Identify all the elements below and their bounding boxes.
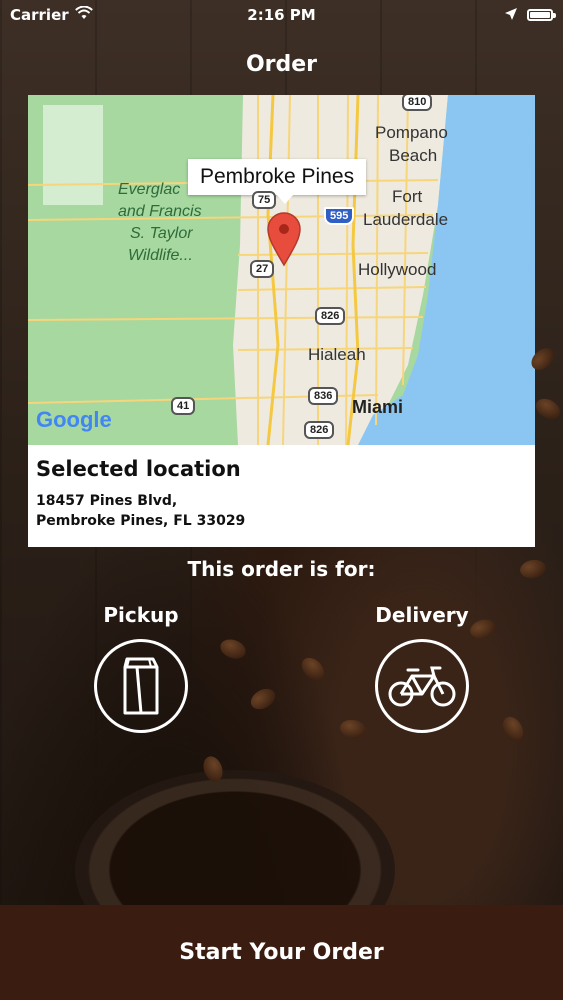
- coffee-bean: [297, 653, 329, 685]
- map-graphic: [28, 95, 535, 445]
- pickup-button[interactable]: [94, 639, 188, 733]
- coffee-bean: [532, 394, 563, 424]
- start-order-label: Start Your Order: [179, 940, 384, 965]
- map-label-pompano: Pompano: [375, 123, 448, 142]
- status-right: [505, 6, 556, 24]
- park-line2: and Francis: [118, 203, 202, 220]
- map-label-beach: Beach: [389, 146, 438, 165]
- map-card: Pembroke Pines Everglac and Francis S. T…: [28, 95, 535, 547]
- shield-41: 41: [171, 397, 196, 415]
- map-label-hialeah: Hialeah: [308, 345, 366, 364]
- map-label-fort: Fort: [392, 187, 423, 206]
- start-order-button[interactable]: Start Your Order: [0, 905, 563, 1000]
- shield-595: 595: [324, 207, 355, 225]
- coffee-bean: [498, 713, 528, 745]
- shield-826-south: 826: [304, 421, 335, 439]
- delivery-button[interactable]: [375, 639, 469, 733]
- shield-836: 836: [308, 387, 339, 405]
- google-logo: Google: [36, 407, 112, 433]
- battery-icon: [527, 9, 556, 21]
- map-label-miami: Miami: [352, 397, 404, 417]
- shield-826-north: 826: [315, 307, 346, 325]
- delivery-label: Delivery: [375, 603, 469, 627]
- location-arrow-icon: [505, 6, 517, 24]
- shield-27: 27: [250, 260, 275, 278]
- map-label-lauderdale: Lauderdale: [363, 210, 449, 229]
- address-line-2: Pembroke Pines, FL 33029: [36, 513, 246, 529]
- map-view[interactable]: Pembroke Pines Everglac and Francis S. T…: [28, 95, 535, 445]
- park-line1: Everglac: [118, 181, 181, 198]
- shield-810: 810: [402, 95, 433, 111]
- map-callout: Pembroke Pines: [188, 159, 367, 204]
- shield-75: 75: [252, 191, 277, 209]
- order-for-prompt: This order is for:: [187, 557, 376, 581]
- pickup-option[interactable]: Pickup: [71, 603, 211, 733]
- location-info: Selected location 18457 Pines Blvd, Pemb…: [28, 445, 535, 547]
- coffee-bean: [217, 636, 249, 662]
- map-label-hollywood: Hollywood: [358, 260, 437, 279]
- location-heading: Selected location: [36, 457, 241, 481]
- map-label-park: Everglac and Francis S. Taylor Wildlife.…: [118, 179, 202, 267]
- page-title: Order: [245, 52, 318, 77]
- park-line4: Wildlife...: [128, 247, 193, 264]
- bicycle-icon: [388, 666, 456, 707]
- status-bar: Carrier 2:16 PM: [0, 0, 563, 30]
- address-line-1: 18457 Pines Blvd,: [36, 493, 178, 509]
- status-time: 2:16 PM: [247, 6, 316, 24]
- google-logo-text: Google: [36, 407, 112, 432]
- coffee-bean: [247, 684, 279, 714]
- pickup-label: Pickup: [103, 603, 179, 627]
- delivery-option[interactable]: Delivery: [352, 603, 492, 733]
- park-line3: S. Taylor: [130, 225, 193, 242]
- coffee-bag-icon: [123, 657, 159, 715]
